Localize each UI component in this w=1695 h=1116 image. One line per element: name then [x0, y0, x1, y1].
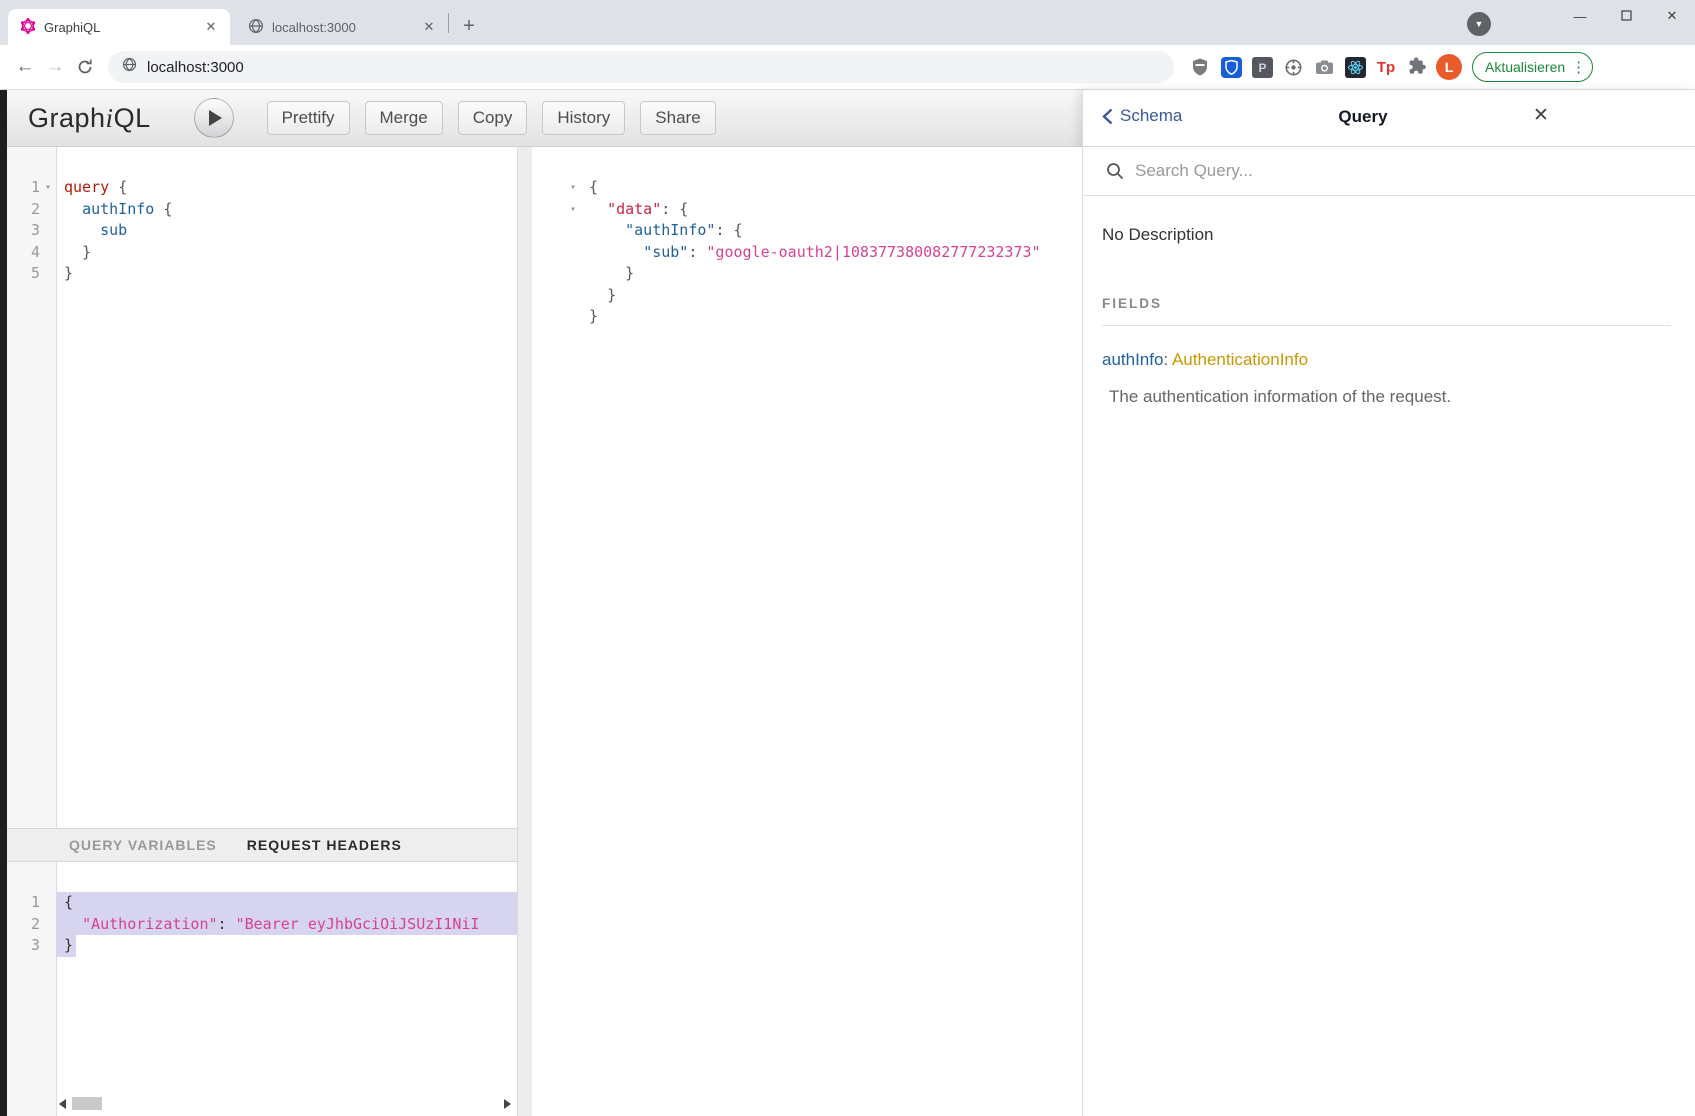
- graphiql-app: GraphiQL Prettify Merge Copy History Sha…: [0, 90, 1695, 1116]
- doc-content: No Description FIELDS authInfo: Authenti…: [1083, 196, 1695, 407]
- execute-query-button[interactable]: [194, 98, 234, 138]
- prettify-button[interactable]: Prettify: [267, 101, 350, 135]
- extensions-puzzle-icon[interactable]: [1405, 55, 1429, 79]
- window-edge-strip: [0, 90, 7, 1116]
- p-extension-icon[interactable]: P: [1250, 55, 1274, 79]
- react-devtools-extension-icon[interactable]: [1343, 55, 1367, 79]
- doc-close-icon[interactable]: ✕: [1528, 104, 1554, 127]
- address-bar[interactable]: localhost:3000: [108, 51, 1174, 83]
- forward-icon[interactable]: →: [40, 52, 70, 82]
- request-headers-editor[interactable]: 1{2 "Authorization": "Bearer eyJhbGciOiJ…: [7, 862, 517, 1116]
- extensions-area: P Tp L: [1188, 54, 1462, 80]
- code-line[interactable]: ▾ "data": {: [532, 199, 1082, 221]
- code-line[interactable]: 1▾query {: [7, 177, 517, 199]
- query-editor[interactable]: 1▾query {2 authInfo {3 sub4 }5}: [7, 147, 517, 828]
- tab-request-headers[interactable]: REQUEST HEADERS: [247, 837, 402, 853]
- type-description: No Description: [1102, 225, 1671, 245]
- window-minimize-button[interactable]: —: [1557, 9, 1603, 24]
- code-line[interactable]: "authInfo": {: [532, 220, 1082, 242]
- play-icon: [209, 110, 222, 126]
- pane-resize-handle[interactable]: [517, 147, 532, 1116]
- new-tab-button[interactable]: +: [455, 13, 483, 41]
- scroll-right-icon[interactable]: [504, 1099, 511, 1109]
- code-line[interactable]: }: [532, 263, 1082, 285]
- doc-search-input[interactable]: [1135, 161, 1515, 181]
- horizontal-scrollbar[interactable]: [59, 1095, 511, 1112]
- camera-extension-icon[interactable]: [1312, 55, 1336, 79]
- history-button[interactable]: History: [542, 101, 625, 135]
- browser-tab-localhost[interactable]: localhost:3000 ✕: [236, 9, 448, 45]
- code-line[interactable]: ▾{: [532, 177, 1082, 199]
- fields-heading: FIELDS: [1102, 296, 1671, 311]
- field-name-link[interactable]: authInfo: [1102, 350, 1163, 369]
- code-line[interactable]: "sub": "google-oauth2|108377380082777232…: [532, 242, 1082, 264]
- code-line[interactable]: }: [532, 306, 1082, 328]
- svg-text:P: P: [1258, 61, 1266, 75]
- code-line[interactable]: 5}: [7, 263, 517, 285]
- field-description: The authentication information of the re…: [1102, 387, 1671, 407]
- bitwarden-extension-icon[interactable]: [1219, 55, 1243, 79]
- share-button[interactable]: Share: [640, 101, 715, 135]
- code-line[interactable]: 2 "Authorization": "Bearer eyJhbGciOiJSU…: [7, 914, 517, 936]
- code-line[interactable]: 1{: [7, 892, 517, 914]
- doc-panel-title: Query: [1083, 107, 1643, 127]
- query-pane: 1▾query {2 authInfo {3 sub4 }5} QUERY VA…: [7, 147, 517, 1116]
- graphiql-main: GraphiQL Prettify Merge Copy History Sha…: [7, 90, 1082, 1116]
- update-browser-label: Aktualisieren: [1485, 59, 1565, 75]
- window-maximize-button[interactable]: [1603, 9, 1649, 24]
- field-type-link[interactable]: AuthenticationInfo: [1172, 350, 1308, 369]
- move-target-extension-icon[interactable]: [1281, 55, 1305, 79]
- code-line[interactable]: 3 sub: [7, 220, 517, 242]
- tab-query-variables[interactable]: QUERY VARIABLES: [69, 837, 217, 853]
- update-browser-button[interactable]: Aktualisieren ⋮: [1472, 52, 1593, 82]
- doc-search-row: [1083, 147, 1695, 196]
- scrollbar-thumb[interactable]: [72, 1097, 102, 1110]
- doc-explorer-panel: Schema Query ✕ No Description FIELDS aut…: [1082, 90, 1695, 1116]
- copy-button[interactable]: Copy: [458, 101, 528, 135]
- field-entry: authInfo: AuthenticationInfo: [1102, 350, 1671, 370]
- reload-icon[interactable]: [70, 52, 100, 82]
- profile-avatar[interactable]: L: [1436, 54, 1462, 80]
- secondary-editor-tabs: QUERY VARIABLES REQUEST HEADERS: [7, 828, 517, 862]
- code-line[interactable]: 2 authInfo {: [7, 199, 517, 221]
- back-icon[interactable]: ←: [10, 52, 40, 82]
- download-status-icon[interactable]: ▼: [1467, 12, 1491, 36]
- doc-explorer-header: Schema Query ✕: [1083, 90, 1695, 147]
- search-icon: [1106, 162, 1124, 180]
- result-pane: ▾{▾ "data": { "authInfo": { "sub": "goog…: [532, 147, 1082, 1116]
- tab-separator: [448, 13, 449, 33]
- merge-button[interactable]: Merge: [365, 101, 443, 135]
- ublock-extension-icon[interactable]: [1188, 55, 1212, 79]
- fields-divider: [1102, 325, 1671, 326]
- tp-extension-icon[interactable]: Tp: [1374, 55, 1398, 79]
- tab-title: localhost:3000: [272, 20, 412, 35]
- globe-favicon-icon: [248, 18, 264, 37]
- code-line[interactable]: 3}: [7, 935, 517, 957]
- browser-tabstrip: GraphiQL ✕ localhost:3000 ✕ + ▼ — ✕: [0, 0, 1695, 45]
- site-globe-icon: [122, 57, 137, 77]
- browser-toolbar: ← → localhost:3000 P: [0, 45, 1695, 90]
- graphiql-logo: GraphiQL: [28, 103, 151, 134]
- window-close-button[interactable]: ✕: [1649, 8, 1695, 24]
- browser-tab-graphiql[interactable]: GraphiQL ✕: [8, 9, 230, 45]
- tab-close-icon[interactable]: ✕: [202, 18, 220, 36]
- scroll-left-icon[interactable]: [59, 1099, 66, 1109]
- graphql-favicon-icon: [20, 18, 36, 37]
- browser-menu-icon[interactable]: ⋮: [1571, 58, 1586, 76]
- graphiql-topbar: GraphiQL Prettify Merge Copy History Sha…: [7, 90, 1082, 147]
- code-line[interactable]: }: [532, 285, 1082, 307]
- field-separator: :: [1163, 350, 1172, 369]
- tab-close-icon[interactable]: ✕: [420, 18, 438, 36]
- code-line[interactable]: 4 }: [7, 242, 517, 264]
- address-url: localhost:3000: [147, 59, 244, 76]
- result-viewer[interactable]: ▾{▾ "data": { "authInfo": { "sub": "goog…: [532, 147, 1082, 328]
- tab-title: GraphiQL: [44, 20, 194, 35]
